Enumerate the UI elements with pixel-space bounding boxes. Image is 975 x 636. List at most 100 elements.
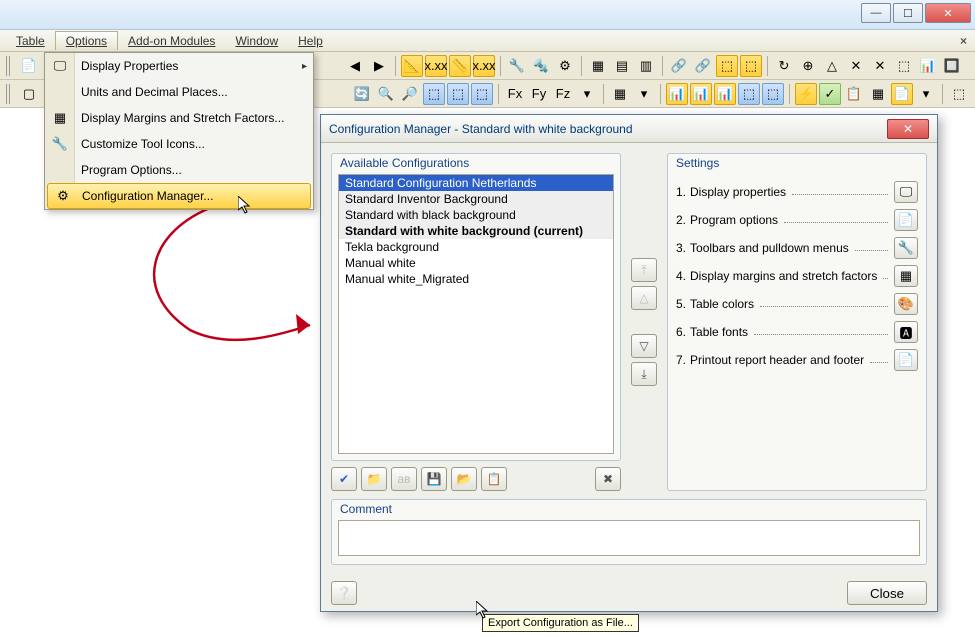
toolbar-button[interactable]: 🔍 — [375, 83, 397, 105]
dialog-close-button[interactable]: ✕ — [887, 119, 929, 139]
maximize-button[interactable]: ☐ — [893, 3, 923, 23]
list-item[interactable]: Manual white — [339, 255, 613, 271]
toolbar-button[interactable]: △ — [821, 55, 843, 77]
settings-edit-button[interactable]: ▦ — [894, 265, 918, 287]
available-configs-list[interactable]: Standard Configuration NetherlandsStanda… — [338, 174, 614, 454]
menu-table[interactable]: Table — [6, 32, 55, 50]
toolbar-button[interactable]: 📊 — [714, 83, 736, 105]
settings-row: 2. Program options📄 — [676, 206, 918, 234]
toolbar-button[interactable]: x.xx — [425, 55, 447, 77]
toolbar-button[interactable]: ⬚ — [447, 83, 469, 105]
delete-button[interactable]: ✖ — [595, 467, 621, 491]
settings-edit-button[interactable]: 🖵 — [894, 181, 918, 203]
import-button[interactable]: 📂 — [451, 467, 477, 491]
settings-edit-button[interactable]: 📄 — [894, 349, 918, 371]
list-item[interactable]: Standard with white background (current) — [339, 223, 613, 239]
toolbar-button[interactable]: ⊕ — [797, 55, 819, 77]
toolbar-button[interactable]: 📏 — [449, 55, 471, 77]
toolbar-button[interactable]: Fz — [552, 83, 574, 105]
list-item[interactable]: Standard with black background — [339, 207, 613, 223]
toolbar-button[interactable]: 🔧 — [506, 55, 528, 77]
toolbar-button[interactable]: ✕ — [845, 55, 867, 77]
toolbar-button[interactable]: 🔩 — [530, 55, 552, 77]
toolbar-button[interactable]: ▤ — [611, 55, 633, 77]
toolbar-button[interactable]: ⬚ — [716, 55, 738, 77]
minimize-button[interactable]: — — [861, 3, 891, 23]
toolbar-button[interactable]: 📐 — [401, 55, 423, 77]
toolbar-button[interactable]: 🔄 — [351, 83, 373, 105]
toolbar-button[interactable]: ⚙ — [554, 55, 576, 77]
apply-button[interactable]: ✔ — [331, 467, 357, 491]
menu-customize-icons[interactable]: 🔧 Customize Tool Icons... — [45, 131, 313, 157]
menu-display-properties[interactable]: 🖵 Display Properties ▸ — [45, 53, 313, 79]
toolbar-grip[interactable] — [6, 84, 12, 104]
move-up-button[interactable]: △ — [631, 286, 657, 310]
move-bottom-button[interactable]: ⤓ — [631, 362, 657, 386]
toolbar-button[interactable]: Fy — [528, 83, 550, 105]
toolbar-button[interactable]: ▶ — [368, 55, 390, 77]
toolbar-button[interactable]: 📊 — [666, 83, 688, 105]
toolbar-button[interactable]: 🔎 — [399, 83, 421, 105]
toolbar-button[interactable]: 📋 — [843, 83, 865, 105]
toolbar-button[interactable]: Fx — [504, 83, 526, 105]
toolbar-button[interactable]: ▦ — [587, 55, 609, 77]
toolbar-button[interactable]: ⬚ — [740, 55, 762, 77]
menu-help[interactable]: Help — [288, 32, 333, 50]
menu-config-manager[interactable]: ⚙ Configuration Manager... — [47, 183, 311, 209]
close-button[interactable]: Close — [847, 581, 927, 605]
toolbar-button[interactable]: ▢ — [18, 83, 40, 105]
toolbar-button[interactable]: ▾ — [576, 83, 598, 105]
rename-button[interactable]: aʙ — [391, 467, 417, 491]
settings-edit-button[interactable]: 📄 — [894, 209, 918, 231]
comment-field[interactable] — [338, 520, 920, 556]
toolbar-grip[interactable] — [6, 56, 12, 76]
toolbar-button[interactable]: ⬚ — [893, 55, 915, 77]
toolbar-button[interactable]: 📄 — [891, 83, 913, 105]
new-folder-button[interactable]: 📁 — [361, 467, 387, 491]
toolbar-button[interactable]: 🔗 — [692, 55, 714, 77]
toolbar-button[interactable]: ▦ — [867, 83, 889, 105]
toolbar-button[interactable]: ▾ — [633, 83, 655, 105]
toolbar-button[interactable]: ⬚ — [948, 83, 970, 105]
toolbar-button[interactable]: ◀ — [344, 55, 366, 77]
toolbar-button[interactable]: 📊 — [917, 55, 939, 77]
list-item[interactable]: Manual white_Migrated — [339, 271, 613, 287]
help-button[interactable]: ❔ — [331, 581, 357, 605]
toolbar-button[interactable]: 🔲 — [941, 55, 963, 77]
toolbar-button[interactable]: ✓ — [819, 83, 841, 105]
move-top-button[interactable]: ⤒ — [631, 258, 657, 282]
toolbar-button[interactable]: ↻ — [773, 55, 795, 77]
window-close-button[interactable]: ✕ — [925, 3, 971, 23]
settings-edit-button[interactable]: 🔧 — [894, 237, 918, 259]
menu-units[interactable]: Units and Decimal Places... — [45, 79, 313, 105]
toolbar-button[interactable]: ✕ — [869, 55, 891, 77]
toolbar-button[interactable]: ▦ — [609, 83, 631, 105]
export-button[interactable]: 💾 — [421, 467, 447, 491]
toolbar-button[interactable]: ⬚ — [738, 83, 760, 105]
toolbar-button[interactable]: ▥ — [635, 55, 657, 77]
settings-edit-button[interactable]: 🎨 — [894, 293, 918, 315]
menu-program-options[interactable]: Program Options... — [45, 157, 313, 183]
gears-icon: ⚙ — [54, 187, 72, 205]
reorder-buttons: ⤒ △ ▽ ⤓ — [631, 153, 657, 491]
toolbar-button[interactable]: ⬚ — [762, 83, 784, 105]
toolbar-button[interactable]: ▾ — [915, 83, 937, 105]
list-item[interactable]: Tekla background — [339, 239, 613, 255]
toolbar-button[interactable]: 📊 — [690, 83, 712, 105]
toolbar-button[interactable]: ⬚ — [423, 83, 445, 105]
toolbar-button[interactable]: ⚡ — [795, 83, 817, 105]
menu-window[interactable]: Window — [225, 32, 288, 50]
menu-addon[interactable]: Add-on Modules — [118, 32, 225, 50]
toolbar-button[interactable]: x.xx — [473, 55, 495, 77]
menu-margins[interactable]: ▦ Display Margins and Stretch Factors... — [45, 105, 313, 131]
settings-edit-button[interactable]: 🅰 — [894, 321, 918, 343]
toolbar-button[interactable]: 🔗 — [668, 55, 690, 77]
toolbar-button[interactable]: ⬚ — [471, 83, 493, 105]
toolbar-button[interactable]: 📄 — [18, 55, 40, 77]
copy-button[interactable]: 📋 — [481, 467, 507, 491]
list-item[interactable]: Standard Inventor Background — [339, 191, 613, 207]
menu-options[interactable]: Options — [55, 31, 118, 50]
move-down-button[interactable]: ▽ — [631, 334, 657, 358]
list-item[interactable]: Standard Configuration Netherlands — [339, 175, 613, 191]
mdi-close-icon[interactable]: × — [960, 34, 967, 48]
